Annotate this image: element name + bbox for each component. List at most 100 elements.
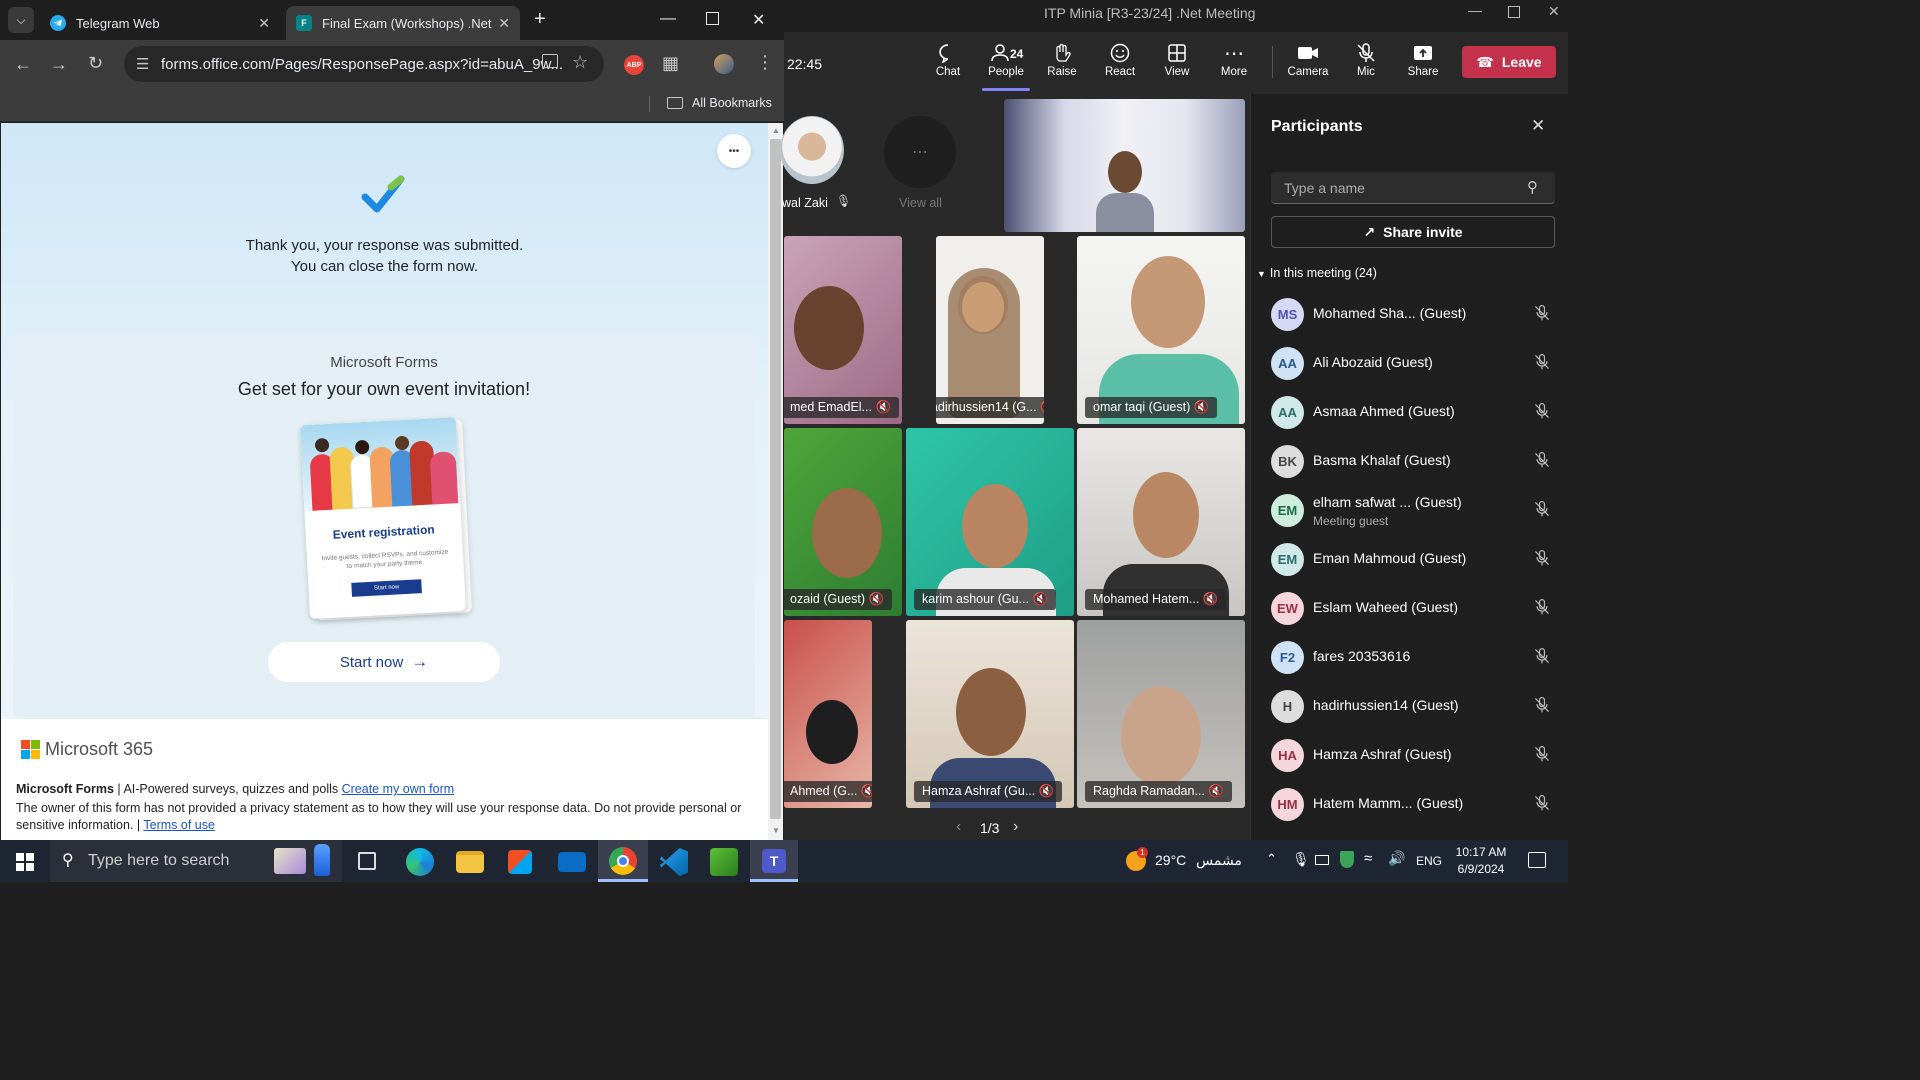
security-icon[interactable] xyxy=(1340,851,1354,868)
participant-row[interactable]: AA Asmaa Ahmed (Guest) xyxy=(1271,392,1561,432)
scroll-down-icon[interactable]: ▼ xyxy=(772,826,780,835)
adblock-icon[interactable]: ABP xyxy=(624,55,644,75)
video-tile[interactable]: hadirhussien14 (G... 🔇 xyxy=(936,236,1044,424)
raise-hand-button[interactable]: Raise xyxy=(1036,42,1088,78)
terms-link[interactable]: Terms of use xyxy=(143,818,215,832)
participant-avatar-tile[interactable] xyxy=(780,116,844,186)
close-panel-icon[interactable]: ✕ xyxy=(1531,116,1545,136)
people-button[interactable]: 24 People xyxy=(980,42,1032,91)
participant-row[interactable]: MS Mohamed Sha... (Guest) xyxy=(1271,294,1561,334)
weather-badge: 1 xyxy=(1137,847,1148,858)
chrome-taskbar-button[interactable] xyxy=(598,840,648,882)
maximize-icon[interactable] xyxy=(1508,6,1520,18)
page-scrollbar[interactable]: ▲ ▼ xyxy=(768,123,783,840)
vscode-icon[interactable] xyxy=(660,848,688,876)
tab-search-button[interactable]: ⌵ xyxy=(8,7,34,33)
participant-row[interactable]: EM Eman Mahmoud (Guest) xyxy=(1271,539,1561,579)
mic-button[interactable]: Mic xyxy=(1340,42,1392,78)
mic-off-icon xyxy=(1533,647,1551,665)
close-tab-icon[interactable]: ✕ xyxy=(258,15,270,32)
video-tile[interactable]: Ahmed (G... 🔇 xyxy=(784,620,872,808)
more-options-button[interactable]: ••• xyxy=(717,134,751,168)
view-all-button[interactable]: ⋯ xyxy=(884,116,956,188)
start-button[interactable] xyxy=(16,853,34,871)
edge-icon[interactable] xyxy=(406,848,434,876)
video-tile[interactable]: med EmadEl... 🔇 xyxy=(784,236,902,424)
meeting-section-header[interactable]: ▼ In this meeting (24) xyxy=(1257,266,1377,280)
bookmark-star-icon[interactable]: ☆ xyxy=(572,52,588,73)
tab-forms[interactable]: F Final Exam (Workshops) .Net Q ✕ xyxy=(286,6,520,40)
site-settings-icon[interactable]: ☰ xyxy=(136,55,149,73)
browser-menu-icon[interactable]: ⋮ xyxy=(756,53,774,71)
wifi-icon[interactable]: ≈ xyxy=(1364,850,1372,867)
volume-icon[interactable]: 🔊 xyxy=(1388,850,1405,867)
scroll-up-icon[interactable]: ▲ xyxy=(772,126,780,135)
start-now-button[interactable]: Start now → xyxy=(268,642,500,682)
camera-button[interactable]: Camera xyxy=(1282,42,1334,78)
task-view-icon[interactable] xyxy=(358,852,376,870)
pinned-video-tile[interactable] xyxy=(1004,99,1245,232)
maximize-icon[interactable] xyxy=(706,12,719,25)
participant-row[interactable]: EM elham safwat ... (Guest) Meeting guest xyxy=(1271,490,1561,530)
participant-row[interactable]: HA Hamza Ashraf (Guest) xyxy=(1271,735,1561,775)
video-tile[interactable]: Hamza Ashraf (Gu... 🔇 xyxy=(906,620,1074,808)
profile-avatar[interactable] xyxy=(714,54,734,74)
new-tab-button[interactable]: + xyxy=(534,8,546,31)
toolbar-divider xyxy=(1272,46,1273,78)
all-bookmarks-link[interactable]: All Bookmarks xyxy=(692,96,772,110)
weather-temp[interactable]: 29°C xyxy=(1155,852,1186,868)
reload-icon[interactable]: ↻ xyxy=(88,54,103,72)
scroll-thumb[interactable] xyxy=(770,139,781,819)
close-tab-icon[interactable]: ✕ xyxy=(498,15,510,32)
camtasia-icon[interactable] xyxy=(710,848,738,876)
view-button[interactable]: View xyxy=(1151,42,1203,78)
more-icon: ⋯ xyxy=(1224,43,1244,65)
share-button[interactable]: Share xyxy=(1397,42,1449,78)
chat-button[interactable]: Chat xyxy=(922,42,974,78)
tab-telegram[interactable]: Telegram Web ✕ xyxy=(40,6,280,40)
close-window-icon[interactable]: ✕ xyxy=(1548,3,1560,20)
view-all-label: View all xyxy=(899,196,942,210)
video-tile[interactable]: omar taqi (Guest) 🔇 xyxy=(1077,236,1245,424)
weather-label[interactable]: مشمس xyxy=(1196,852,1242,869)
microphone-icon[interactable]: 🎙 xyxy=(1292,851,1310,868)
address-bar[interactable]: ☰ forms.office.com/Pages/ResponsePage.as… xyxy=(124,46,604,82)
participant-row[interactable]: HM Hatem Mamm... (Guest) xyxy=(1271,784,1561,824)
participant-row[interactable]: BK Basma Khalaf (Guest) xyxy=(1271,441,1561,481)
clock[interactable]: 10:17 AM 6/9/2024 xyxy=(1448,844,1514,878)
minimize-icon[interactable]: — xyxy=(660,10,676,28)
teams-taskbar-button[interactable]: T xyxy=(750,840,798,882)
battery-icon[interactable] xyxy=(1315,855,1329,865)
video-tile[interactable]: Mohamed Hatem... 🔇 xyxy=(1077,428,1245,616)
store-icon[interactable] xyxy=(508,850,532,874)
pager-prev-icon[interactable]: ‹ xyxy=(956,818,961,836)
back-arrow-icon[interactable]: ← xyxy=(14,55,32,73)
video-tile[interactable]: ozaid (Guest) 🔇 xyxy=(784,428,902,616)
react-button[interactable]: React xyxy=(1094,42,1146,78)
file-explorer-icon[interactable] xyxy=(456,851,484,873)
more-button[interactable]: ⋯ More xyxy=(1208,42,1260,78)
install-app-icon[interactable] xyxy=(542,54,558,68)
language-indicator[interactable]: ENG xyxy=(1416,854,1442,868)
mail-icon[interactable] xyxy=(558,852,586,872)
participant-row[interactable]: F2 fares 20353616 xyxy=(1271,637,1561,677)
minimize-icon[interactable]: — xyxy=(1468,2,1482,18)
ms365-logo: Microsoft 365 xyxy=(21,739,153,760)
pager-next-icon[interactable]: › xyxy=(1013,818,1018,836)
leave-button[interactable]: ☎ Leave xyxy=(1462,46,1556,78)
chevron-up-icon[interactable]: ⌃ xyxy=(1266,851,1277,867)
participant-row[interactable]: EW Eslam Waheed (Guest) xyxy=(1271,588,1561,628)
section-label: In this meeting (24) xyxy=(1269,266,1377,280)
taskbar-search-input[interactable]: ⚲ Type here to search xyxy=(50,840,342,882)
participant-search-input[interactable]: Type a name ⚲ xyxy=(1271,172,1555,204)
video-tile[interactable]: Raghda Ramadan... 🔇 xyxy=(1077,620,1245,808)
participant-row[interactable]: AA Ali Abozaid (Guest) xyxy=(1271,343,1561,383)
close-window-icon[interactable]: ✕ xyxy=(752,10,765,30)
extensions-icon[interactable]: ▦ xyxy=(662,54,679,72)
create-form-link[interactable]: Create my own form xyxy=(342,782,455,796)
notifications-icon[interactable] xyxy=(1528,852,1546,868)
share-invite-button[interactable]: ↗ Share invite xyxy=(1271,216,1555,248)
forward-arrow-icon[interactable]: → xyxy=(50,55,68,73)
participant-row[interactable]: Hhadirhussien14 (Guest) xyxy=(1271,686,1561,726)
video-tile[interactable]: karim ashour (Gu... 🔇 xyxy=(906,428,1074,616)
